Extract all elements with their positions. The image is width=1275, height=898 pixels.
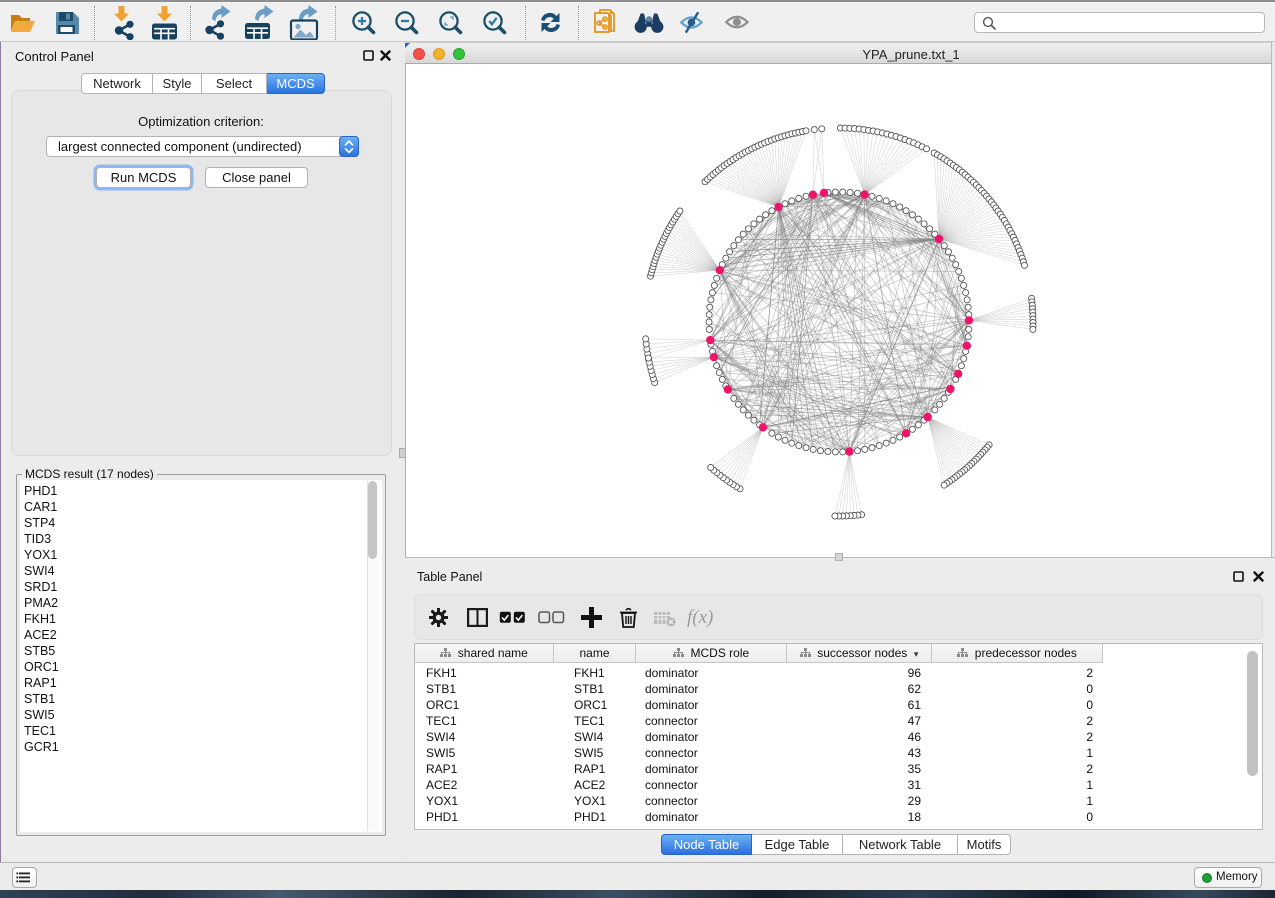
- svg-text:f(x): f(x): [687, 608, 713, 628]
